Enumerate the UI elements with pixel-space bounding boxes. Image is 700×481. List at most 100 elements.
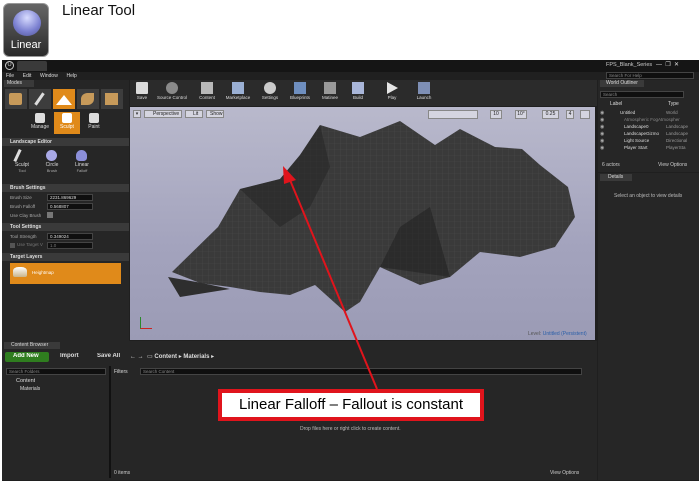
brush-falloff-input[interactable]: 0.568807 (47, 203, 93, 210)
list-item[interactable]: ◉ Untitled World (600, 110, 696, 117)
play-button[interactable]: Play (380, 81, 404, 105)
row-type: World (666, 110, 678, 115)
landscape-editor-header: Landscape Editor (2, 138, 129, 146)
tab-manage[interactable]: Manage (27, 112, 53, 134)
content-search-input[interactable]: Search Content (140, 368, 582, 375)
content-view-options[interactable]: View Options (550, 470, 579, 476)
world-outliner-tab[interactable]: World Outliner (600, 80, 644, 87)
geometry-mode-icon[interactable] (101, 89, 123, 109)
modes-panel: Modes Manage Sculpt Paint Landscape Edit… (2, 80, 129, 341)
list-item[interactable]: ◉ Landscape0 Landscape (600, 124, 696, 131)
transform-tools[interactable] (428, 110, 478, 119)
save-button[interactable]: Save (133, 81, 151, 105)
circle-sub: Brush (46, 168, 58, 173)
modes-tab[interactable]: Modes (4, 80, 34, 87)
show-button[interactable]: Show (206, 110, 224, 118)
forward-icon[interactable]: → (138, 354, 144, 360)
list-item[interactable]: ◉ Light Source Directional (600, 138, 696, 145)
use-target-checkbox[interactable] (10, 243, 15, 248)
row-label: Light Source (624, 138, 650, 143)
circle-brush-button[interactable]: Circle Brush (38, 149, 66, 179)
col-label: Label (610, 101, 623, 107)
sculpt-sub: Tool (18, 168, 26, 173)
tab-manage-label: Manage (30, 124, 50, 130)
content-browser-tab[interactable]: Content Browser (4, 342, 60, 349)
matinee-button[interactable]: Matinee (318, 81, 342, 105)
row-type: PlayerSta (666, 145, 686, 150)
unreal-logo-icon: U (5, 61, 14, 70)
viewport-menu-button[interactable]: ▾ (133, 110, 141, 118)
import-button[interactable]: Import (60, 353, 79, 359)
breadcrumb-content[interactable]: Content (154, 354, 177, 360)
place-mode-icon[interactable] (5, 89, 27, 109)
marketplace-button[interactable]: Marketplace (222, 81, 254, 105)
lit-button[interactable]: Lit (185, 110, 203, 118)
folder-icon: ▭ (147, 354, 153, 360)
folder-tree-materials[interactable]: Materials (20, 386, 40, 392)
tool-settings-header: Tool Settings (2, 223, 129, 231)
launch-button[interactable]: Launch (412, 81, 436, 105)
linear-tool-icon: Linear (3, 3, 49, 57)
tab-paint[interactable]: Paint (81, 112, 107, 134)
level-tab[interactable] (17, 61, 47, 71)
clay-brush-checkbox[interactable] (47, 212, 53, 218)
list-item[interactable]: ◉ LandscapeGizmo Landscape (600, 131, 696, 138)
blueprints-icon (294, 82, 306, 94)
folder-search-input[interactable]: Search Folders (6, 368, 106, 375)
row-type: Landscape (666, 124, 689, 129)
blueprints-button[interactable]: Blueprints (286, 81, 314, 105)
row-label: Landscape0 (624, 124, 649, 129)
sculpt-tool-button[interactable]: Sculpt Tool (8, 148, 36, 179)
folder-tree-root[interactable]: Content (16, 378, 35, 384)
tool-strength-input[interactable]: 0.349024 (47, 233, 93, 240)
list-item[interactable]: ◉ Atmospheric FogAtmospher (600, 117, 696, 124)
foliage-mode-icon[interactable] (77, 89, 99, 109)
details-tab[interactable]: Details (600, 174, 632, 181)
settings-button[interactable]: Settings (258, 81, 282, 105)
menu-help[interactable]: Help (67, 73, 77, 79)
content-button[interactable]: Content (196, 81, 218, 105)
filters-button[interactable]: Filters (114, 369, 128, 375)
matinee-label: Matinee (321, 95, 338, 100)
outliner-search-input[interactable]: Search (600, 91, 684, 98)
menu-edit[interactable]: Edit (23, 73, 32, 79)
brush-settings-header: Brush Settings (2, 184, 129, 192)
build-button[interactable]: Build (346, 81, 370, 105)
linear-sub: Falloff (76, 168, 88, 173)
col-type: Type (668, 101, 679, 107)
heightmap-layer[interactable]: Heightmap (10, 263, 121, 284)
actor-count: 6 actors (602, 162, 620, 168)
menu-bar: File Edit Window Help Search For Help (2, 72, 699, 80)
level-viewport[interactable]: ▾ Perspective Lit Show 10 10° 0.25 4 Lev… (130, 107, 595, 340)
tab-sculpt[interactable]: Sculpt (54, 112, 80, 134)
source-control-button[interactable]: Source Control (154, 81, 190, 105)
brush-falloff-label: Brush Falloff (10, 204, 36, 209)
window-controls[interactable]: — ❐ ✕ (656, 61, 696, 70)
menu-file[interactable]: File (6, 73, 14, 79)
brush-size-input[interactable]: 2231.869629 (47, 194, 93, 201)
angle-snap-value[interactable]: 10° (515, 110, 527, 119)
grid-snap-value[interactable]: 10 (490, 110, 502, 119)
help-search-input[interactable]: Search For Help (606, 72, 694, 79)
target-value-input[interactable]: 1.0 (47, 242, 93, 249)
source-control-icon (166, 82, 178, 94)
page-title: Linear Tool (62, 2, 136, 19)
scale-snap-value[interactable]: 0.25 (542, 110, 559, 119)
paint-mode-icon[interactable] (29, 89, 51, 109)
tool-strength-label: Tool Strength (10, 234, 37, 239)
camera-speed-value[interactable]: 4 (566, 110, 574, 119)
save-all-button[interactable]: Save All (97, 353, 120, 359)
linear-falloff-button[interactable]: Linear Falloff (68, 149, 96, 179)
build-label: Build (352, 95, 363, 100)
breadcrumb-materials[interactable]: Materials (183, 354, 209, 360)
maximize-viewport-icon[interactable] (580, 110, 590, 119)
list-item[interactable]: ◉ Player Start PlayerSta (600, 145, 696, 152)
add-new-button[interactable]: Add New (5, 352, 49, 362)
outliner-view-options[interactable]: View Options (658, 162, 687, 168)
back-icon[interactable]: ← (130, 354, 136, 360)
perspective-button[interactable]: Perspective (144, 110, 182, 118)
menu-window[interactable]: Window (40, 73, 58, 79)
landscape-mode-icon[interactable] (53, 89, 75, 109)
mode-icons-row (5, 89, 125, 111)
tree-divider[interactable] (109, 366, 111, 478)
